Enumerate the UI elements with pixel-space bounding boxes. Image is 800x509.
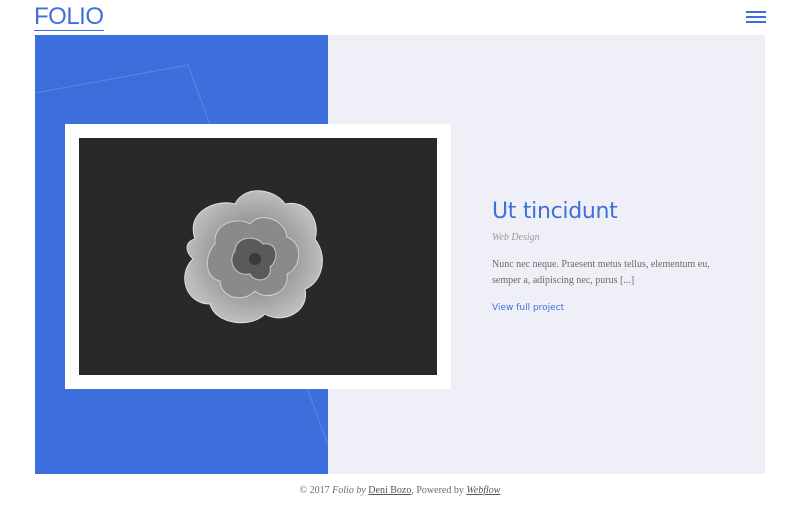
site-footer: © 2017 Folio by Deni Bozo, Powered by We… xyxy=(0,485,800,496)
project-image[interactable] xyxy=(79,138,437,375)
view-full-project-link[interactable]: View full project xyxy=(492,303,564,313)
footer-powered: , Powered by xyxy=(411,485,467,496)
logo-link[interactable]: FOLIO xyxy=(34,4,104,31)
flower-image xyxy=(79,138,437,375)
project-hero: Ut tincidunt Web Design Nunc nec neque. … xyxy=(35,35,765,474)
copyright-text: © 2017 xyxy=(299,485,333,496)
menu-bar xyxy=(746,16,766,18)
menu-bar xyxy=(746,11,766,13)
footer-brand: Folio xyxy=(332,485,354,496)
hamburger-menu-icon[interactable] xyxy=(746,10,766,24)
author-link[interactable]: Deni Bozo xyxy=(368,485,411,496)
webflow-link[interactable]: Webflow xyxy=(466,485,500,496)
project-title[interactable]: Ut tincidunt xyxy=(492,198,732,226)
project-description: Nunc nec neque. Praesent metus tellus, e… xyxy=(492,259,710,286)
menu-bar xyxy=(746,21,766,23)
project-info: Ut tincidunt Web Design Nunc nec neque. … xyxy=(492,198,732,315)
project-image-frame[interactable] xyxy=(65,124,451,389)
site-header: FOLIO xyxy=(0,0,800,35)
project-category: Web Design xyxy=(492,232,540,243)
footer-by: by xyxy=(353,485,369,496)
